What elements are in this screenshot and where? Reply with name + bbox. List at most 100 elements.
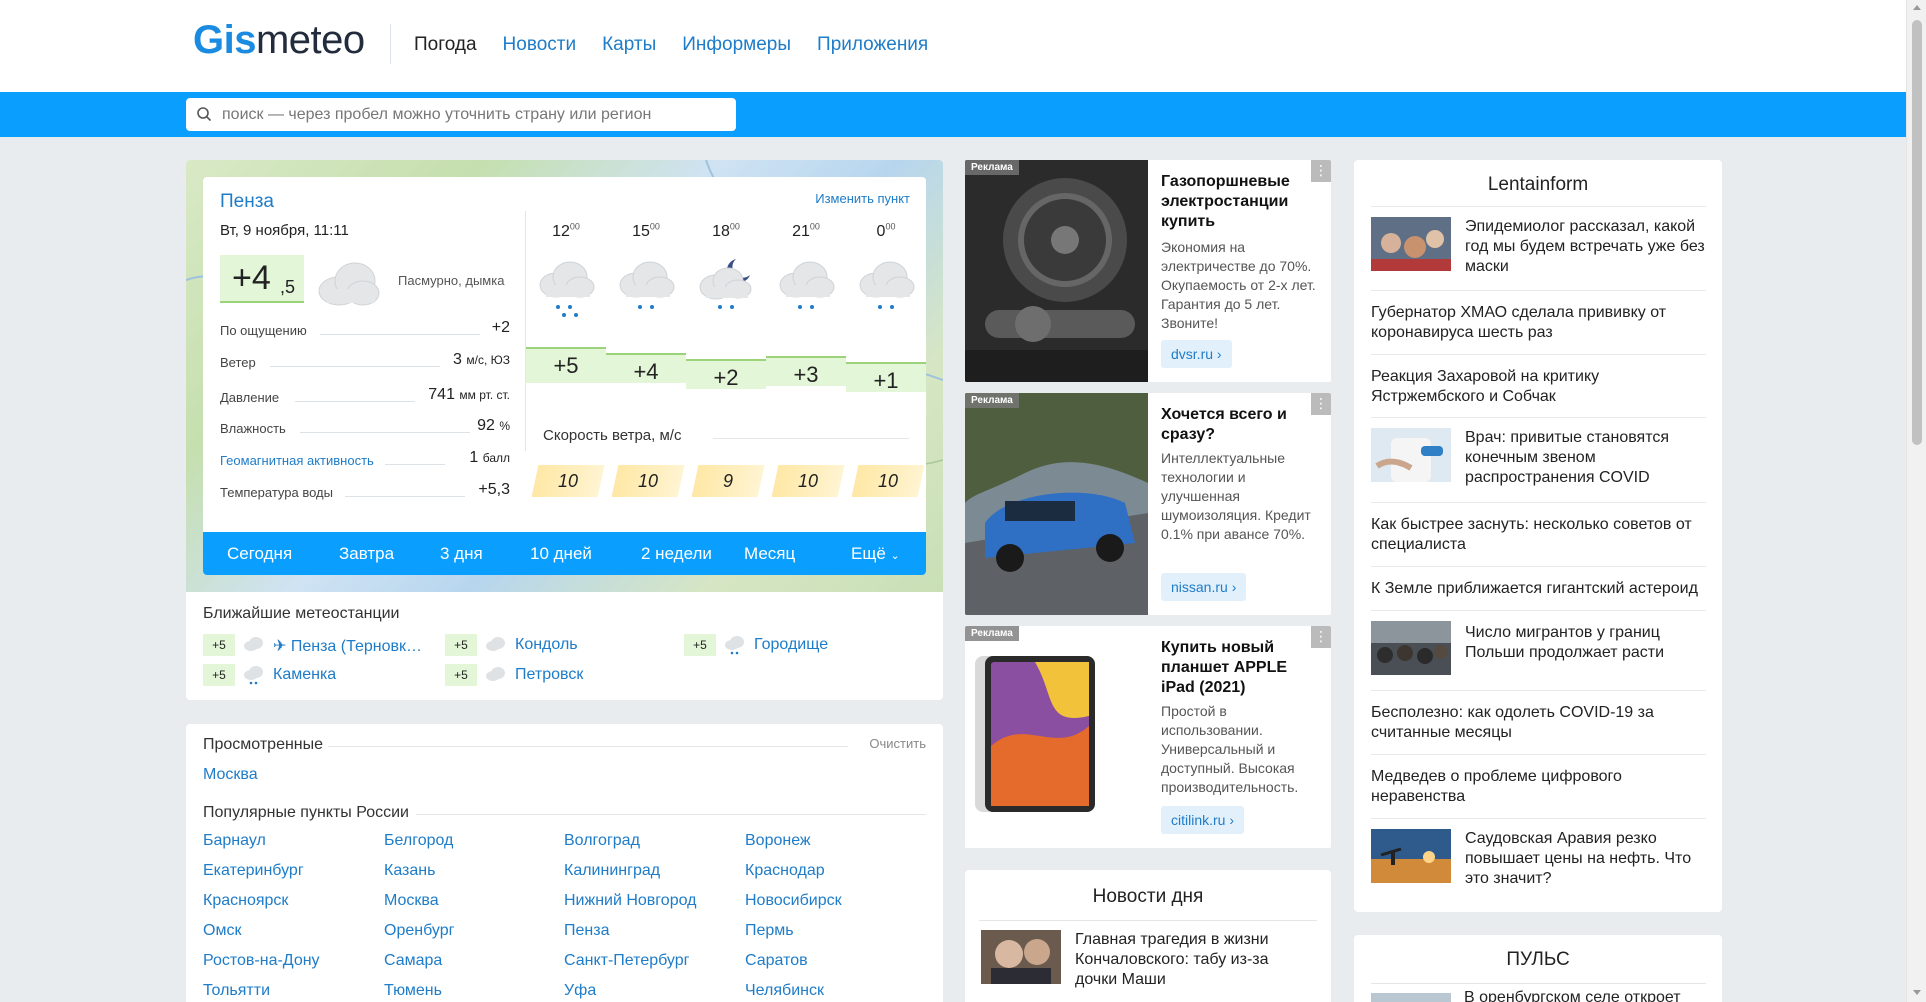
tab-2-weeks[interactable]: 2 недели bbox=[641, 544, 712, 564]
popular-city-link[interactable]: Москва bbox=[384, 892, 439, 910]
tab-more[interactable]: Ещё ⌄ bbox=[851, 544, 900, 564]
clear-viewed-button[interactable]: Очистить bbox=[869, 736, 926, 751]
popular-city-link[interactable]: Пенза bbox=[564, 922, 609, 940]
station-item[interactable]: +5 ✈ Пенза (Терновк… bbox=[203, 634, 433, 656]
viewed-and-popular: Просмотренные Очистить Москва Популярные… bbox=[186, 724, 943, 1002]
news-headline[interactable]: Саудовская Аравия резко повышает цены на… bbox=[1465, 829, 1705, 889]
news-headline[interactable]: Губернатор ХМАО сделала прививку от коро… bbox=[1371, 303, 1701, 343]
list-item[interactable]: Врач: привитые становятся конечным звено… bbox=[1371, 417, 1706, 499]
ad-domain-link[interactable]: dvsr.ru › bbox=[1161, 340, 1232, 368]
news-headline-link[interactable]: Главная трагедия в жизни Кончаловского: … bbox=[1075, 930, 1315, 990]
list-item[interactable]: Медведев о проблеме цифрового неравенств… bbox=[1371, 754, 1706, 816]
search-bar bbox=[0, 92, 1906, 137]
popular-city-link[interactable]: Саратов bbox=[745, 952, 808, 970]
popular-city-link[interactable]: Ростов-на-Дону bbox=[203, 952, 320, 970]
popular-city-link[interactable]: Барнаул bbox=[203, 832, 266, 850]
popular-city-link[interactable]: Новосибирск bbox=[745, 892, 842, 910]
popular-city-link[interactable]: Красноярск bbox=[203, 892, 288, 910]
change-point-link[interactable]: Изменить пункт bbox=[815, 191, 910, 206]
tab-10-days[interactable]: 10 дней bbox=[530, 544, 592, 564]
tab-month[interactable]: Месяц bbox=[744, 544, 795, 564]
station-name[interactable]: Кондоль bbox=[515, 636, 578, 654]
popular-city-link[interactable]: Самара bbox=[384, 952, 442, 970]
news-thumbnail[interactable] bbox=[1371, 993, 1451, 1002]
popular-city-link[interactable]: Тольятти bbox=[203, 982, 270, 1000]
nav-maps[interactable]: Карты bbox=[602, 34, 656, 56]
ad-headline[interactable]: Купить новый планшет APPLE iPad (2021) bbox=[1161, 638, 1321, 698]
news-headline[interactable]: Эпидемиолог рассказал, какой год мы буде… bbox=[1465, 217, 1705, 277]
hour-time: 1800 bbox=[686, 222, 766, 241]
tab-3-days[interactable]: 3 дня bbox=[440, 544, 483, 564]
hour-temperature: +2 bbox=[686, 359, 766, 390]
station-item[interactable]: +5 Петровск bbox=[445, 664, 645, 686]
news-headline[interactable]: Бесполезно: как одолеть COVID-19 за счит… bbox=[1371, 703, 1701, 743]
news-headline[interactable]: Врач: привитые становятся конечным звено… bbox=[1465, 428, 1705, 488]
popular-city-link[interactable]: Белгород bbox=[384, 832, 453, 850]
nav-weather[interactable]: Погода bbox=[414, 34, 477, 56]
tab-today[interactable]: Сегодня bbox=[227, 544, 292, 564]
viewed-city-link[interactable]: Москва bbox=[203, 766, 258, 784]
city-name[interactable]: Пенза bbox=[220, 191, 274, 213]
station-item[interactable]: +5 Кондоль bbox=[445, 634, 645, 656]
list-item[interactable]: Эпидемиолог рассказал, какой год мы буде… bbox=[1371, 206, 1706, 286]
nav-informers[interactable]: Информеры bbox=[682, 34, 791, 56]
station-temp: +5 bbox=[445, 634, 477, 656]
ad-domain-link[interactable]: citilink.ru › bbox=[1161, 806, 1245, 834]
popular-city-link[interactable]: Калининград bbox=[564, 862, 660, 880]
page-scrollbar[interactable] bbox=[1906, 0, 1926, 1002]
popular-city-link[interactable]: Пермь bbox=[745, 922, 794, 940]
popular-city-link[interactable]: Уфа bbox=[564, 982, 596, 1000]
popular-city-link[interactable]: Челябинск bbox=[745, 982, 824, 1000]
ad-card[interactable]: Реклама ⋮ Хочется всего и сразу? Интелле… bbox=[965, 393, 1331, 615]
ad-domain-link[interactable]: nissan.ru › bbox=[1161, 573, 1247, 601]
list-item[interactable]: Бесполезно: как одолеть COVID-19 за счит… bbox=[1371, 690, 1706, 752]
scroll-down-arrow-icon[interactable] bbox=[1913, 990, 1921, 995]
news-headline[interactable]: Медведев о проблеме цифрового неравенств… bbox=[1371, 767, 1701, 807]
popular-city-link[interactable]: Тюмень bbox=[384, 982, 442, 1000]
nav-news[interactable]: Новости bbox=[503, 34, 577, 56]
station-name[interactable]: ✈ Пенза (Терновк… bbox=[273, 636, 422, 656]
news-thumbnail[interactable] bbox=[981, 930, 1061, 984]
geomagnetic-link[interactable]: Геомагнитная активность bbox=[220, 453, 374, 468]
popular-city-link[interactable]: Екатеринбург bbox=[203, 862, 304, 880]
tab-tomorrow[interactable]: Завтра bbox=[339, 544, 394, 564]
list-item[interactable]: Губернатор ХМАО сделала прививку от коро… bbox=[1371, 290, 1706, 352]
station-name[interactable]: Петровск bbox=[515, 666, 583, 684]
ad-card[interactable]: Реклама ⋮ Купить новый планшет APPLE iPa… bbox=[965, 626, 1331, 848]
search-input[interactable] bbox=[222, 98, 722, 131]
popular-city-link[interactable]: Санкт-Петербург bbox=[564, 952, 689, 970]
cloud-rain-icon bbox=[539, 261, 595, 317]
station-name[interactable]: Каменка bbox=[273, 666, 336, 684]
hour-temp-value: +3 bbox=[793, 362, 819, 387]
list-item[interactable]: К Земле приближается гигантский астероид bbox=[1371, 566, 1706, 608]
popular-city-link[interactable]: Нижний Новгород bbox=[564, 892, 696, 910]
ad-card[interactable]: Реклама ⋮ Газопоршневые электростанции к… bbox=[965, 160, 1331, 382]
station-name[interactable]: Городище bbox=[754, 636, 828, 654]
list-item[interactable]: Реакция Захаровой на критику Ястржембско… bbox=[1371, 354, 1706, 416]
popular-city-link[interactable]: Воронеж bbox=[745, 832, 811, 850]
gismeteo-logo[interactable]: Gismeteo bbox=[193, 18, 365, 63]
popular-city-link[interactable]: Казань bbox=[384, 862, 435, 880]
list-item[interactable]: Саудовская Аравия резко повышает цены на… bbox=[1371, 818, 1706, 902]
station-item[interactable]: +5 Каменка bbox=[203, 664, 403, 686]
list-item[interactable]: Как быстрее заснуть: несколько советов о… bbox=[1371, 502, 1706, 564]
popular-city-link[interactable]: Волгоград bbox=[564, 832, 640, 850]
scrollbar-thumb[interactable] bbox=[1912, 20, 1922, 445]
search-box[interactable] bbox=[186, 98, 736, 131]
nav-apps[interactable]: Приложения bbox=[817, 34, 928, 56]
popular-city-link[interactable]: Краснодар bbox=[745, 862, 825, 880]
news-headline[interactable]: К Земле приближается гигантский астероид bbox=[1371, 579, 1701, 599]
station-item[interactable]: +5 Городище bbox=[684, 634, 884, 656]
hour-temp-value: +1 bbox=[873, 368, 899, 393]
popular-city-link[interactable]: Оренбург bbox=[384, 922, 454, 940]
ad-headline[interactable]: Хочется всего и сразу? bbox=[1161, 405, 1321, 445]
news-headline[interactable]: Реакция Захаровой на критику Ястржембско… bbox=[1371, 367, 1701, 407]
news-headline[interactable]: Число мигрантов у границ Польши продолжа… bbox=[1465, 623, 1705, 663]
news-headline[interactable]: Как быстрее заснуть: несколько советов о… bbox=[1371, 515, 1701, 555]
ad-headline[interactable]: Газопоршневые электростанции купить bbox=[1161, 172, 1321, 232]
list-item[interactable]: Число мигрантов у границ Польши продолжа… bbox=[1371, 610, 1706, 688]
scroll-up-arrow-icon[interactable] bbox=[1913, 5, 1921, 10]
hour-temp-value: +4 bbox=[633, 359, 659, 384]
news-headline[interactable]: В оренбургском селе откроет bbox=[1464, 989, 1681, 1002]
popular-city-link[interactable]: Омск bbox=[203, 922, 241, 940]
